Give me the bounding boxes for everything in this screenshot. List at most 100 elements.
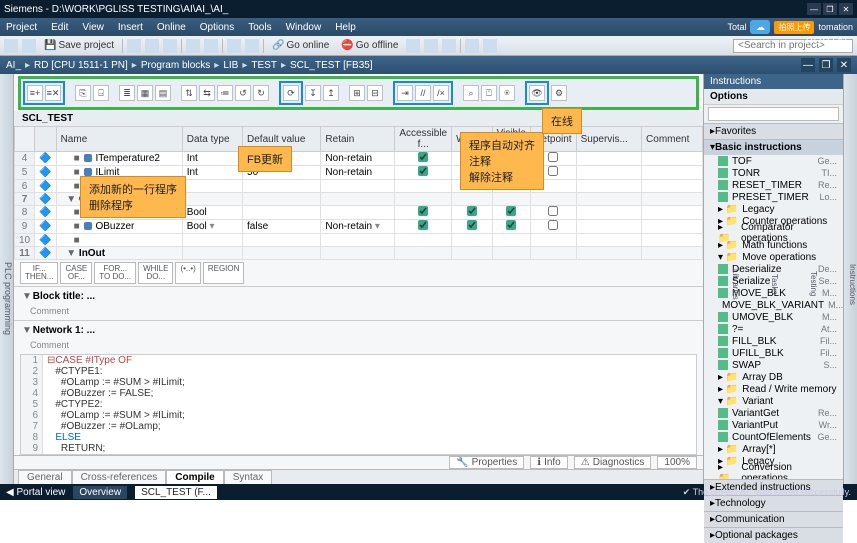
properties-button[interactable]: 🔧 Properties [449, 456, 524, 469]
menu-help[interactable]: Help [335, 22, 356, 33]
blk-case[interactable]: CASEOF... [60, 262, 92, 284]
bc-close-icon[interactable]: ✕ [837, 58, 851, 72]
menu-tools[interactable]: Tools [248, 22, 271, 33]
instr-comm[interactable]: ▸ Communication [704, 511, 843, 527]
bc-plc[interactable]: RD [CPU 1511-1 PN] [34, 60, 128, 71]
bc-float-icon[interactable]: — [801, 58, 815, 72]
var-ret[interactable]: Non-retain [321, 152, 395, 166]
t-ic3[interactable]: ⎘ [75, 85, 91, 101]
tab-general[interactable]: General [18, 470, 72, 484]
menu-insert[interactable]: Insert [118, 22, 143, 33]
chk-writ[interactable] [467, 220, 477, 230]
col-com[interactable]: Comment [642, 127, 703, 152]
blk-region[interactable]: REGION [203, 262, 245, 284]
var-ret[interactable] [321, 234, 395, 247]
var-ret[interactable]: Non-retain [321, 166, 395, 180]
chk-acc[interactable] [418, 220, 428, 230]
var-type[interactable] [182, 247, 242, 260]
var-type[interactable] [182, 234, 242, 247]
chk-acc[interactable] [418, 206, 428, 216]
info-button[interactable]: ℹ Info [530, 456, 568, 469]
col-ret[interactable]: Retain [321, 127, 395, 152]
t-ic11[interactable]: ↺ [235, 85, 251, 101]
blk-if[interactable]: IF...THEN... [20, 262, 58, 284]
chk-set[interactable] [548, 166, 558, 176]
new-icon[interactable] [4, 39, 18, 53]
var-type[interactable]: Bool [182, 206, 242, 220]
block-comment[interactable]: Comment [14, 306, 703, 320]
var-def[interactable] [243, 247, 321, 260]
tab-cross[interactable]: Cross-references [72, 470, 167, 484]
maximize-icon[interactable]: ❐ [823, 3, 837, 15]
compile-icon[interactable] [227, 39, 241, 53]
bc-max-icon[interactable]: ❐ [819, 58, 833, 72]
network-comment[interactable]: Comment [14, 340, 703, 354]
paste-icon[interactable] [163, 39, 177, 53]
var-ret[interactable] [321, 247, 395, 260]
tb-ic2[interactable] [424, 39, 438, 53]
var-name[interactable]: ■ OBuzzer [56, 220, 182, 234]
t-ic21[interactable]: ⌕ [463, 85, 479, 101]
go-offline-button[interactable]: ⛔ Go offline [337, 40, 402, 51]
var-type[interactable]: Bool ▾ [182, 220, 242, 234]
col-sup[interactable]: Supervis... [576, 127, 641, 152]
var-ret[interactable] [321, 180, 395, 193]
chk-acc[interactable] [418, 152, 428, 162]
copy-icon[interactable] [145, 39, 159, 53]
var-def[interactable] [243, 206, 321, 220]
blk-paren[interactable]: (•..•) [175, 262, 200, 284]
var-name[interactable]: ▼ InOut [56, 247, 182, 260]
zoom-value[interactable]: 100% [657, 456, 697, 469]
col-name[interactable]: Name [56, 127, 182, 152]
var-type[interactable]: Int [182, 152, 242, 166]
var-ret[interactable] [321, 206, 395, 220]
close-icon[interactable]: ✕ [839, 3, 853, 15]
minimize-icon[interactable]: — [807, 3, 821, 15]
t-ic15[interactable]: ↥ [323, 85, 339, 101]
tb-ic1[interactable] [406, 39, 420, 53]
tb-ic3[interactable] [442, 39, 456, 53]
scl-tab[interactable]: SCL_TEST (F... [135, 486, 217, 499]
chk-set[interactable] [548, 220, 558, 230]
go-online-button[interactable]: 🔗 Go online [268, 40, 333, 51]
network-title-row[interactable]: ▼ Network 1: ... [14, 320, 703, 340]
tab-compile[interactable]: Compile [166, 470, 223, 484]
var-type[interactable] [182, 180, 242, 193]
t-ic10[interactable]: ≔ [217, 85, 233, 101]
instr-optpkg[interactable]: ▸ Optional packages [704, 527, 843, 543]
sidetab-test[interactable]: Testing [809, 84, 818, 484]
t-ic12[interactable]: ↻ [253, 85, 269, 101]
download-icon[interactable] [245, 39, 259, 53]
open-icon[interactable] [22, 39, 36, 53]
diagnostics-button[interactable]: ⚠ Diagnostics [574, 456, 652, 469]
var-def[interactable]: false [243, 220, 321, 234]
blk-while[interactable]: WHILEDO... [138, 262, 173, 284]
t-ic22[interactable]: ⍞ [481, 85, 497, 101]
var-ret[interactable] [321, 193, 395, 206]
var-name[interactable]: ■ [56, 234, 182, 247]
t-ic16[interactable]: ⊞ [349, 85, 365, 101]
tb-ic5[interactable] [483, 39, 497, 53]
col-acc[interactable]: Accessible f... [395, 127, 452, 152]
bc-project[interactable]: AI_ [6, 60, 21, 71]
t-ic5[interactable]: ≣ [119, 85, 135, 101]
chk-vis[interactable] [506, 206, 516, 216]
auto-align-icon[interactable]: ⇥ [397, 85, 413, 101]
menu-edit[interactable]: Edit [51, 22, 68, 33]
chk-set[interactable] [548, 152, 558, 162]
code-editor[interactable]: 1⊟CASE #IType OF2 #CTYPE1:3 #OLamp := #S… [20, 354, 697, 455]
var-ret[interactable]: Non-retain ▾ [321, 220, 395, 234]
t-ic9[interactable]: ⇆ [199, 85, 215, 101]
menu-online[interactable]: Online [157, 22, 186, 33]
redo-icon[interactable] [204, 39, 218, 53]
chk-acc[interactable] [418, 166, 428, 176]
sidetab-lib[interactable]: Libraries [731, 84, 740, 484]
bc-test[interactable]: TEST [251, 60, 277, 71]
cloud-icon[interactable]: ☁ [750, 20, 770, 34]
t-ic8[interactable]: ⇅ [181, 85, 197, 101]
comment-icon[interactable]: // [415, 85, 431, 101]
insert-row-icon[interactable]: ≡+ [27, 85, 43, 101]
t-ic23[interactable]: ⍟ [499, 85, 515, 101]
t-ic25[interactable]: ⚙ [551, 85, 567, 101]
delete-row-icon[interactable]: ≡✕ [45, 85, 61, 101]
